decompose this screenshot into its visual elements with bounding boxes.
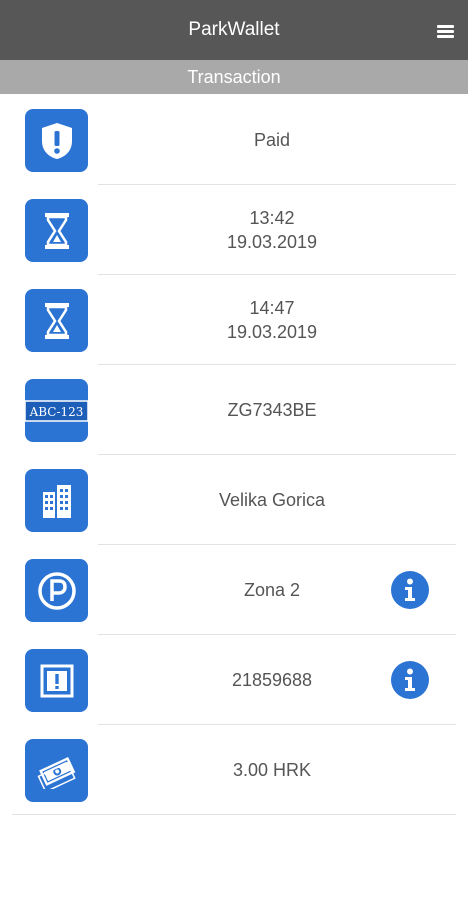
list-item-ticket: 21859688 xyxy=(0,635,468,725)
list-item-start-time: 13:42 19.03.2019 xyxy=(0,185,468,275)
zone-info-icon[interactable] xyxy=(391,571,429,609)
money-icon xyxy=(25,739,88,802)
list-item-end-time: 14:47 19.03.2019 xyxy=(0,275,468,365)
list-item-amount: 3.00 HRK xyxy=(0,725,468,815)
start-date-text: 19.03.2019 xyxy=(226,232,318,252)
transaction-details-list: Paid 13:42 19.03.2019 14:47 19.03.2019 A… xyxy=(0,95,468,815)
end-time-text: 14:47 xyxy=(249,298,295,318)
hamburger-menu-icon[interactable] xyxy=(437,25,454,38)
start-time-text: 13:42 xyxy=(249,208,295,228)
parking-icon xyxy=(25,559,88,622)
list-item-status: Paid xyxy=(0,95,468,185)
buildings-icon xyxy=(25,469,88,532)
amount-text: 3.00 HRK xyxy=(232,760,312,780)
list-item-plate: ABC-123 ZG7343BE xyxy=(0,365,468,455)
plate-icon-text: ABC-123 xyxy=(29,405,84,419)
divider xyxy=(12,814,456,815)
start-time-value: 13:42 19.03.2019 xyxy=(100,185,444,275)
status-text: Paid xyxy=(253,130,291,150)
city-text: Velika Gorica xyxy=(218,490,326,510)
end-date-text: 19.03.2019 xyxy=(226,322,318,342)
list-item-city: Velika Gorica xyxy=(0,455,468,545)
ticket-info-icon[interactable] xyxy=(391,661,429,699)
list-item-zone: Zona 2 xyxy=(0,545,468,635)
shield-icon xyxy=(25,109,88,172)
end-time-value: 14:47 19.03.2019 xyxy=(100,275,444,365)
plate-value: ZG7343BE xyxy=(100,365,444,455)
app-header: ParkWallet xyxy=(0,0,468,60)
ticket-alert-icon xyxy=(25,649,88,712)
status-value: Paid xyxy=(100,95,444,185)
license-plate-icon: ABC-123 xyxy=(25,379,88,442)
app-title: ParkWallet xyxy=(188,19,280,40)
ticket-number-text: 21859688 xyxy=(231,670,313,690)
hourglass-icon xyxy=(25,289,88,352)
plate-text: ZG7343BE xyxy=(227,400,317,420)
city-value: Velika Gorica xyxy=(100,455,444,545)
section-title: Transaction xyxy=(187,66,281,87)
zone-text: Zona 2 xyxy=(243,580,301,600)
section-header: Transaction xyxy=(0,60,468,94)
amount-value: 3.00 HRK xyxy=(100,725,444,815)
hourglass-icon xyxy=(25,199,88,262)
